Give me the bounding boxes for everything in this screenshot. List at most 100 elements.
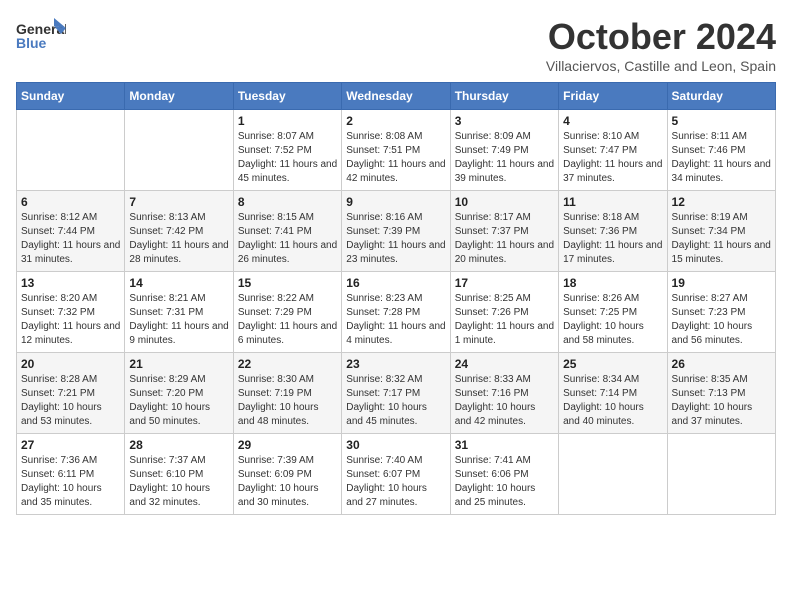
day-number: 8 — [238, 195, 337, 209]
day-number: 14 — [129, 276, 228, 290]
day-detail: Sunrise: 8:21 AM Sunset: 7:31 PM Dayligh… — [129, 292, 228, 348]
calendar-week-row: 27 Sunrise: 7:36 AM Sunset: 6:11 PM Dayli… — [17, 434, 776, 515]
calendar-cell: 22Sunrise: 8:30 AM Sunset: 7:19 PM Dayli… — [233, 353, 341, 434]
svg-text:Blue: Blue — [16, 35, 47, 51]
calendar-cell: 17 Sunrise: 8:25 AM Sunset: 7:26 PM Dayli… — [450, 272, 558, 353]
day-number: 10 — [455, 195, 554, 209]
calendar-cell: 24Sunrise: 8:33 AM Sunset: 7:16 PM Dayli… — [450, 353, 558, 434]
day-number: 23 — [346, 357, 445, 371]
day-number: 25 — [563, 357, 662, 371]
day-number: 26 — [672, 357, 771, 371]
calendar-cell: 30Sunrise: 7:40 AM Sunset: 6:07 PM Dayli… — [342, 434, 450, 515]
calendar-cell: 20Sunrise: 8:28 AM Sunset: 7:21 PM Dayli… — [17, 353, 125, 434]
day-detail: Sunrise: 8:11 AM Sunset: 7:46 PM Dayligh… — [672, 130, 771, 186]
day-detail: Sunrise: 8:19 AM Sunset: 7:34 PM Dayligh… — [672, 211, 771, 267]
day-detail: Sunrise: 8:20 AM Sunset: 7:32 PM Dayligh… — [21, 292, 120, 348]
calendar-cell: 2 Sunrise: 8:08 AM Sunset: 7:51 PM Daylig… — [342, 110, 450, 191]
day-detail: Sunrise: 8:28 AM Sunset: 7:21 PM Dayligh… — [21, 373, 120, 429]
calendar-cell: 1 Sunrise: 8:07 AM Sunset: 7:52 PM Daylig… — [233, 110, 341, 191]
weekday-header: Tuesday — [233, 83, 341, 110]
calendar-cell: 12 Sunrise: 8:19 AM Sunset: 7:34 PM Dayli… — [667, 191, 775, 272]
logo: General Blue — [16, 16, 66, 56]
calendar-cell: 27 Sunrise: 7:36 AM Sunset: 6:11 PM Dayli… — [17, 434, 125, 515]
calendar-cell: 5 Sunrise: 8:11 AM Sunset: 7:46 PM Daylig… — [667, 110, 775, 191]
weekday-header: Monday — [125, 83, 233, 110]
weekday-header: Sunday — [17, 83, 125, 110]
calendar-cell: 16Sunrise: 8:23 AM Sunset: 7:28 PM Dayli… — [342, 272, 450, 353]
day-detail: Sunrise: 7:36 AM Sunset: 6:11 PM Dayligh… — [21, 454, 120, 510]
day-detail: Sunrise: 8:13 AM Sunset: 7:42 PM Dayligh… — [129, 211, 228, 267]
day-number: 4 — [563, 114, 662, 128]
day-detail: Sunrise: 8:17 AM Sunset: 7:37 PM Dayligh… — [455, 211, 554, 267]
calendar-week-row: 20Sunrise: 8:28 AM Sunset: 7:21 PM Dayli… — [17, 353, 776, 434]
title-block: October 2024 Villaciervos, Castille and … — [546, 16, 776, 74]
calendar-cell: 14 Sunrise: 8:21 AM Sunset: 7:31 PM Dayli… — [125, 272, 233, 353]
day-number: 18 — [563, 276, 662, 290]
weekday-header: Wednesday — [342, 83, 450, 110]
calendar-cell — [667, 434, 775, 515]
day-detail: Sunrise: 8:29 AM Sunset: 7:20 PM Dayligh… — [129, 373, 228, 429]
month-title: October 2024 — [546, 16, 776, 58]
day-detail: Sunrise: 8:26 AM Sunset: 7:25 PM Dayligh… — [563, 292, 662, 348]
day-detail: Sunrise: 8:16 AM Sunset: 7:39 PM Dayligh… — [346, 211, 445, 267]
day-number: 2 — [346, 114, 445, 128]
day-number: 13 — [21, 276, 120, 290]
calendar-cell — [559, 434, 667, 515]
day-number: 17 — [455, 276, 554, 290]
calendar-cell: 29Sunrise: 7:39 AM Sunset: 6:09 PM Dayli… — [233, 434, 341, 515]
day-detail: Sunrise: 7:41 AM Sunset: 6:06 PM Dayligh… — [455, 454, 554, 510]
day-detail: Sunrise: 8:10 AM Sunset: 7:47 PM Dayligh… — [563, 130, 662, 186]
day-detail: Sunrise: 8:22 AM Sunset: 7:29 PM Dayligh… — [238, 292, 337, 348]
day-detail: Sunrise: 8:25 AM Sunset: 7:26 PM Dayligh… — [455, 292, 554, 348]
day-detail: Sunrise: 8:15 AM Sunset: 7:41 PM Dayligh… — [238, 211, 337, 267]
calendar-cell: 25 Sunrise: 8:34 AM Sunset: 7:14 PM Dayli… — [559, 353, 667, 434]
calendar-cell: 18 Sunrise: 8:26 AM Sunset: 7:25 PM Dayli… — [559, 272, 667, 353]
calendar-cell: 8 Sunrise: 8:15 AM Sunset: 7:41 PM Daylig… — [233, 191, 341, 272]
calendar-cell: 19 Sunrise: 8:27 AM Sunset: 7:23 PM Dayli… — [667, 272, 775, 353]
day-detail: Sunrise: 8:18 AM Sunset: 7:36 PM Dayligh… — [563, 211, 662, 267]
day-detail: Sunrise: 8:27 AM Sunset: 7:23 PM Dayligh… — [672, 292, 771, 348]
day-number: 5 — [672, 114, 771, 128]
page-header: General Blue October 2024 Villaciervos, … — [16, 16, 776, 74]
day-number: 27 — [21, 438, 120, 452]
day-number: 6 — [21, 195, 120, 209]
day-detail: Sunrise: 8:08 AM Sunset: 7:51 PM Dayligh… — [346, 130, 445, 186]
calendar-cell: 10 Sunrise: 8:17 AM Sunset: 7:37 PM Dayli… — [450, 191, 558, 272]
calendar-cell: 13 Sunrise: 8:20 AM Sunset: 7:32 PM Dayli… — [17, 272, 125, 353]
day-number: 15 — [238, 276, 337, 290]
day-detail: Sunrise: 8:09 AM Sunset: 7:49 PM Dayligh… — [455, 130, 554, 186]
calendar-cell: 26 Sunrise: 8:35 AM Sunset: 7:13 PM Dayli… — [667, 353, 775, 434]
day-detail: Sunrise: 7:37 AM Sunset: 6:10 PM Dayligh… — [129, 454, 228, 510]
day-detail: Sunrise: 8:32 AM Sunset: 7:17 PM Dayligh… — [346, 373, 445, 429]
day-number: 12 — [672, 195, 771, 209]
weekday-header: Thursday — [450, 83, 558, 110]
day-number: 1 — [238, 114, 337, 128]
day-detail: Sunrise: 8:34 AM Sunset: 7:14 PM Dayligh… — [563, 373, 662, 429]
calendar-week-row: 1 Sunrise: 8:07 AM Sunset: 7:52 PM Daylig… — [17, 110, 776, 191]
calendar-cell: 11 Sunrise: 8:18 AM Sunset: 7:36 PM Dayli… — [559, 191, 667, 272]
calendar-cell — [125, 110, 233, 191]
calendar-week-row: 6 Sunrise: 8:12 AM Sunset: 7:44 PM Daylig… — [17, 191, 776, 272]
day-detail: Sunrise: 7:40 AM Sunset: 6:07 PM Dayligh… — [346, 454, 445, 510]
day-number: 29 — [238, 438, 337, 452]
calendar-cell: 15 Sunrise: 8:22 AM Sunset: 7:29 PM Dayli… — [233, 272, 341, 353]
day-number: 3 — [455, 114, 554, 128]
calendar-cell: 3 Sunrise: 8:09 AM Sunset: 7:49 PM Daylig… — [450, 110, 558, 191]
weekday-header: Friday — [559, 83, 667, 110]
calendar-cell: 6 Sunrise: 8:12 AM Sunset: 7:44 PM Daylig… — [17, 191, 125, 272]
day-number: 19 — [672, 276, 771, 290]
calendar-cell — [17, 110, 125, 191]
day-detail: Sunrise: 8:12 AM Sunset: 7:44 PM Dayligh… — [21, 211, 120, 267]
day-detail: Sunrise: 8:35 AM Sunset: 7:13 PM Dayligh… — [672, 373, 771, 429]
location-title: Villaciervos, Castille and Leon, Spain — [546, 58, 776, 74]
weekday-header-row: SundayMondayTuesdayWednesdayThursdayFrid… — [17, 83, 776, 110]
day-detail: Sunrise: 8:07 AM Sunset: 7:52 PM Dayligh… — [238, 130, 337, 186]
day-number: 28 — [129, 438, 228, 452]
day-number: 11 — [563, 195, 662, 209]
day-number: 21 — [129, 357, 228, 371]
calendar-table: SundayMondayTuesdayWednesdayThursdayFrid… — [16, 82, 776, 515]
day-detail: Sunrise: 8:23 AM Sunset: 7:28 PM Dayligh… — [346, 292, 445, 348]
day-detail: Sunrise: 8:30 AM Sunset: 7:19 PM Dayligh… — [238, 373, 337, 429]
calendar-body: 1 Sunrise: 8:07 AM Sunset: 7:52 PM Daylig… — [17, 110, 776, 515]
calendar-cell: 28 Sunrise: 7:37 AM Sunset: 6:10 PM Dayli… — [125, 434, 233, 515]
